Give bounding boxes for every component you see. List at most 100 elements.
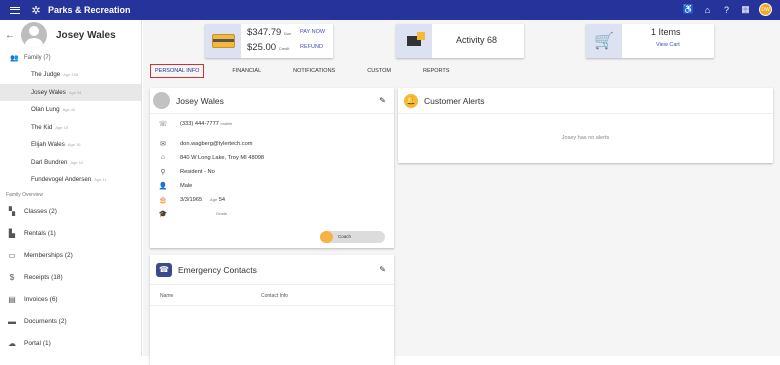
sidebar-item-classes[interactable]: ▚ Classes (2) bbox=[0, 201, 141, 223]
person-name: Josey Wales bbox=[56, 29, 116, 41]
accessibility-icon[interactable]: ♿ bbox=[683, 4, 694, 15]
email: don.wagberg@tylertech.com bbox=[180, 141, 253, 147]
sidebar-item-dollar[interactable]: $ Receipts (18) bbox=[0, 267, 141, 289]
school-icon: 🎓 bbox=[158, 211, 168, 218]
sidebar-item-label: Documents (2) bbox=[24, 318, 67, 325]
coach-label: Coach bbox=[338, 234, 352, 239]
sidebar-item-folder[interactable]: ▬ Documents (2) bbox=[0, 311, 141, 333]
folder-icon: ▬ bbox=[8, 317, 16, 326]
tab-bar: PERSONAL INFO FINANCIAL NOTIFICATIONS CU… bbox=[150, 63, 477, 79]
bell-icon: 🔔 bbox=[404, 93, 418, 108]
activity-label: Activity 68 bbox=[456, 35, 498, 45]
activity-card[interactable]: Activity 68 bbox=[396, 24, 524, 58]
info-name: Josey Wales bbox=[176, 95, 224, 106]
memberships-icon: ▭ bbox=[8, 251, 16, 260]
member-age: Age 105 bbox=[63, 72, 79, 78]
sidebar-item-label: Memberships (2) bbox=[24, 252, 73, 259]
gender: Male bbox=[180, 183, 193, 189]
app-title: Parks & Recreation bbox=[48, 5, 131, 15]
invoice-icon: ▤ bbox=[8, 295, 16, 304]
contact-phone-icon: ☎ bbox=[156, 262, 172, 277]
toggle-knob bbox=[320, 231, 333, 243]
sidebar-item-family-member[interactable]: Fundevogel Andersen Age 11 bbox=[0, 171, 141, 189]
cart-card: 🛒 1 Items View Cart bbox=[586, 24, 714, 58]
sidebar-item-label: Classes (2) bbox=[24, 208, 57, 215]
member-age: Age 16 bbox=[67, 142, 81, 148]
grade-label: Grade bbox=[216, 211, 228, 216]
address: 840 W Long Lake, Troy MI 48098 bbox=[180, 154, 265, 161]
customer-alerts-card: 🔔 Customer Alerts Josey has no alerts bbox=[398, 88, 773, 163]
rentals-icon: ▙ bbox=[8, 229, 16, 238]
sidebar-item-invoice[interactable]: ▤ Invoices (6) bbox=[0, 289, 141, 311]
coach-toggle[interactable]: Coach bbox=[320, 231, 385, 243]
apps-grid-icon[interactable]: ▦ bbox=[740, 4, 751, 15]
alerts-title: Customer Alerts bbox=[424, 95, 485, 106]
top-app-bar: ✲ Parks & Recreation ♿ ⌂ ? ▦ DW bbox=[0, 0, 780, 20]
member-name: The Judge bbox=[31, 71, 61, 79]
sidebar-item-memberships[interactable]: ▭ Memberships (2) bbox=[0, 245, 141, 267]
emergency-title: Emergency Contacts bbox=[178, 264, 257, 275]
cloud-icon: ☁ bbox=[8, 339, 16, 348]
sidebar-item-label: Invoices (6) bbox=[24, 296, 58, 303]
parks-logo-icon: ✲ bbox=[31, 4, 41, 17]
age-value: 54 bbox=[218, 197, 226, 203]
sidebar-item-family-member[interactable]: Josey Wales Age 54 bbox=[0, 83, 141, 101]
phone-type: mobile bbox=[220, 121, 233, 126]
bank-icon[interactable]: ⌂ bbox=[702, 4, 713, 15]
col-header-name: Name bbox=[160, 293, 174, 299]
pay-now-button[interactable]: PAY NOW bbox=[300, 29, 325, 35]
tab-notifications[interactable]: NOTIFICATIONS bbox=[289, 64, 339, 78]
people-icon: 👥 bbox=[10, 55, 19, 62]
family-label: Family (7) bbox=[24, 55, 51, 61]
sidebar-item-family-member[interactable]: The Judge Age 105 bbox=[0, 66, 141, 84]
edit-pencil-icon[interactable]: ✎ bbox=[379, 265, 386, 274]
dollar-icon: $ bbox=[9, 273, 15, 282]
member-name: Darl Bundren bbox=[31, 158, 68, 166]
tab-reports[interactable]: REPORTS bbox=[419, 64, 454, 78]
date-of-birth: 3/3/1965 bbox=[180, 197, 203, 203]
view-cart-link[interactable]: View Cart bbox=[656, 42, 680, 48]
sidebar-item-family-member[interactable]: Darl Bundren Age 12 bbox=[0, 154, 141, 172]
family-header[interactable]: 👥 Family (7) bbox=[0, 50, 141, 66]
member-name: Elijah Wales bbox=[31, 141, 65, 149]
member-age: Age 40 bbox=[62, 107, 76, 113]
avatar bbox=[21, 22, 47, 48]
credit-card-icon bbox=[205, 24, 241, 58]
cart-items: 1 Items bbox=[651, 27, 681, 37]
tab-custom[interactable]: CUSTOM bbox=[363, 64, 395, 78]
user-avatar[interactable]: DW bbox=[759, 3, 772, 16]
refund-button[interactable]: REFUND bbox=[300, 44, 323, 50]
member-age: Age 11 bbox=[94, 177, 107, 183]
sidebar-item-label: Receipts (18) bbox=[24, 274, 63, 281]
member-name: Fundevogel Andersen bbox=[31, 176, 92, 184]
age-label: Age bbox=[210, 197, 218, 202]
member-name: The Kid bbox=[31, 123, 53, 131]
phone-icon: ☏ bbox=[158, 121, 168, 128]
balance-credit: $25.00 bbox=[247, 42, 277, 53]
menu-icon[interactable] bbox=[10, 6, 20, 14]
edit-pencil-icon[interactable]: ✎ bbox=[379, 96, 386, 105]
family-overview-label: Family Overview bbox=[6, 191, 43, 198]
member-name: Josey Wales bbox=[31, 88, 66, 96]
tab-financial[interactable]: FINANCIAL bbox=[228, 64, 265, 78]
member-name: Olan Lung bbox=[31, 106, 60, 114]
member-age: Age 12 bbox=[70, 159, 84, 165]
balance-due: $347.79 bbox=[247, 27, 282, 38]
sidebar-item-family-member[interactable]: The Kid Age 15 bbox=[0, 119, 141, 137]
help-icon[interactable]: ? bbox=[721, 4, 732, 15]
sidebar-item-cloud[interactable]: ☁ Portal (1) bbox=[0, 333, 141, 355]
classes-icon: ▚ bbox=[8, 207, 16, 216]
location-pin-icon: ⚲ bbox=[160, 169, 166, 176]
person-header: ← Josey Wales bbox=[0, 20, 141, 50]
back-arrow-icon[interactable]: ← bbox=[5, 30, 15, 41]
sidebar: ← Josey Wales 👥 Family (7) The Judge Age … bbox=[0, 20, 142, 356]
alerts-empty-text: Josey has no alerts bbox=[561, 135, 610, 141]
emergency-contacts-card: ☎ Emergency Contacts ✎ Name Contact Info bbox=[150, 255, 394, 365]
cart-icon: 🛒 bbox=[586, 24, 622, 58]
sidebar-item-rentals[interactable]: ▙ Rentals (1) bbox=[0, 223, 141, 245]
sidebar-item-family-member[interactable]: Elijah Wales Age 16 bbox=[0, 136, 141, 154]
sidebar-item-family-member[interactable]: Olan Lung Age 40 bbox=[0, 101, 141, 119]
balance-card: $347.79 Due $25.00 Credit PAY NOW REFUND bbox=[205, 24, 333, 58]
tab-personal-info[interactable]: PERSONAL INFO bbox=[150, 64, 205, 78]
sidebar-item-label: Portal (1) bbox=[24, 340, 51, 347]
